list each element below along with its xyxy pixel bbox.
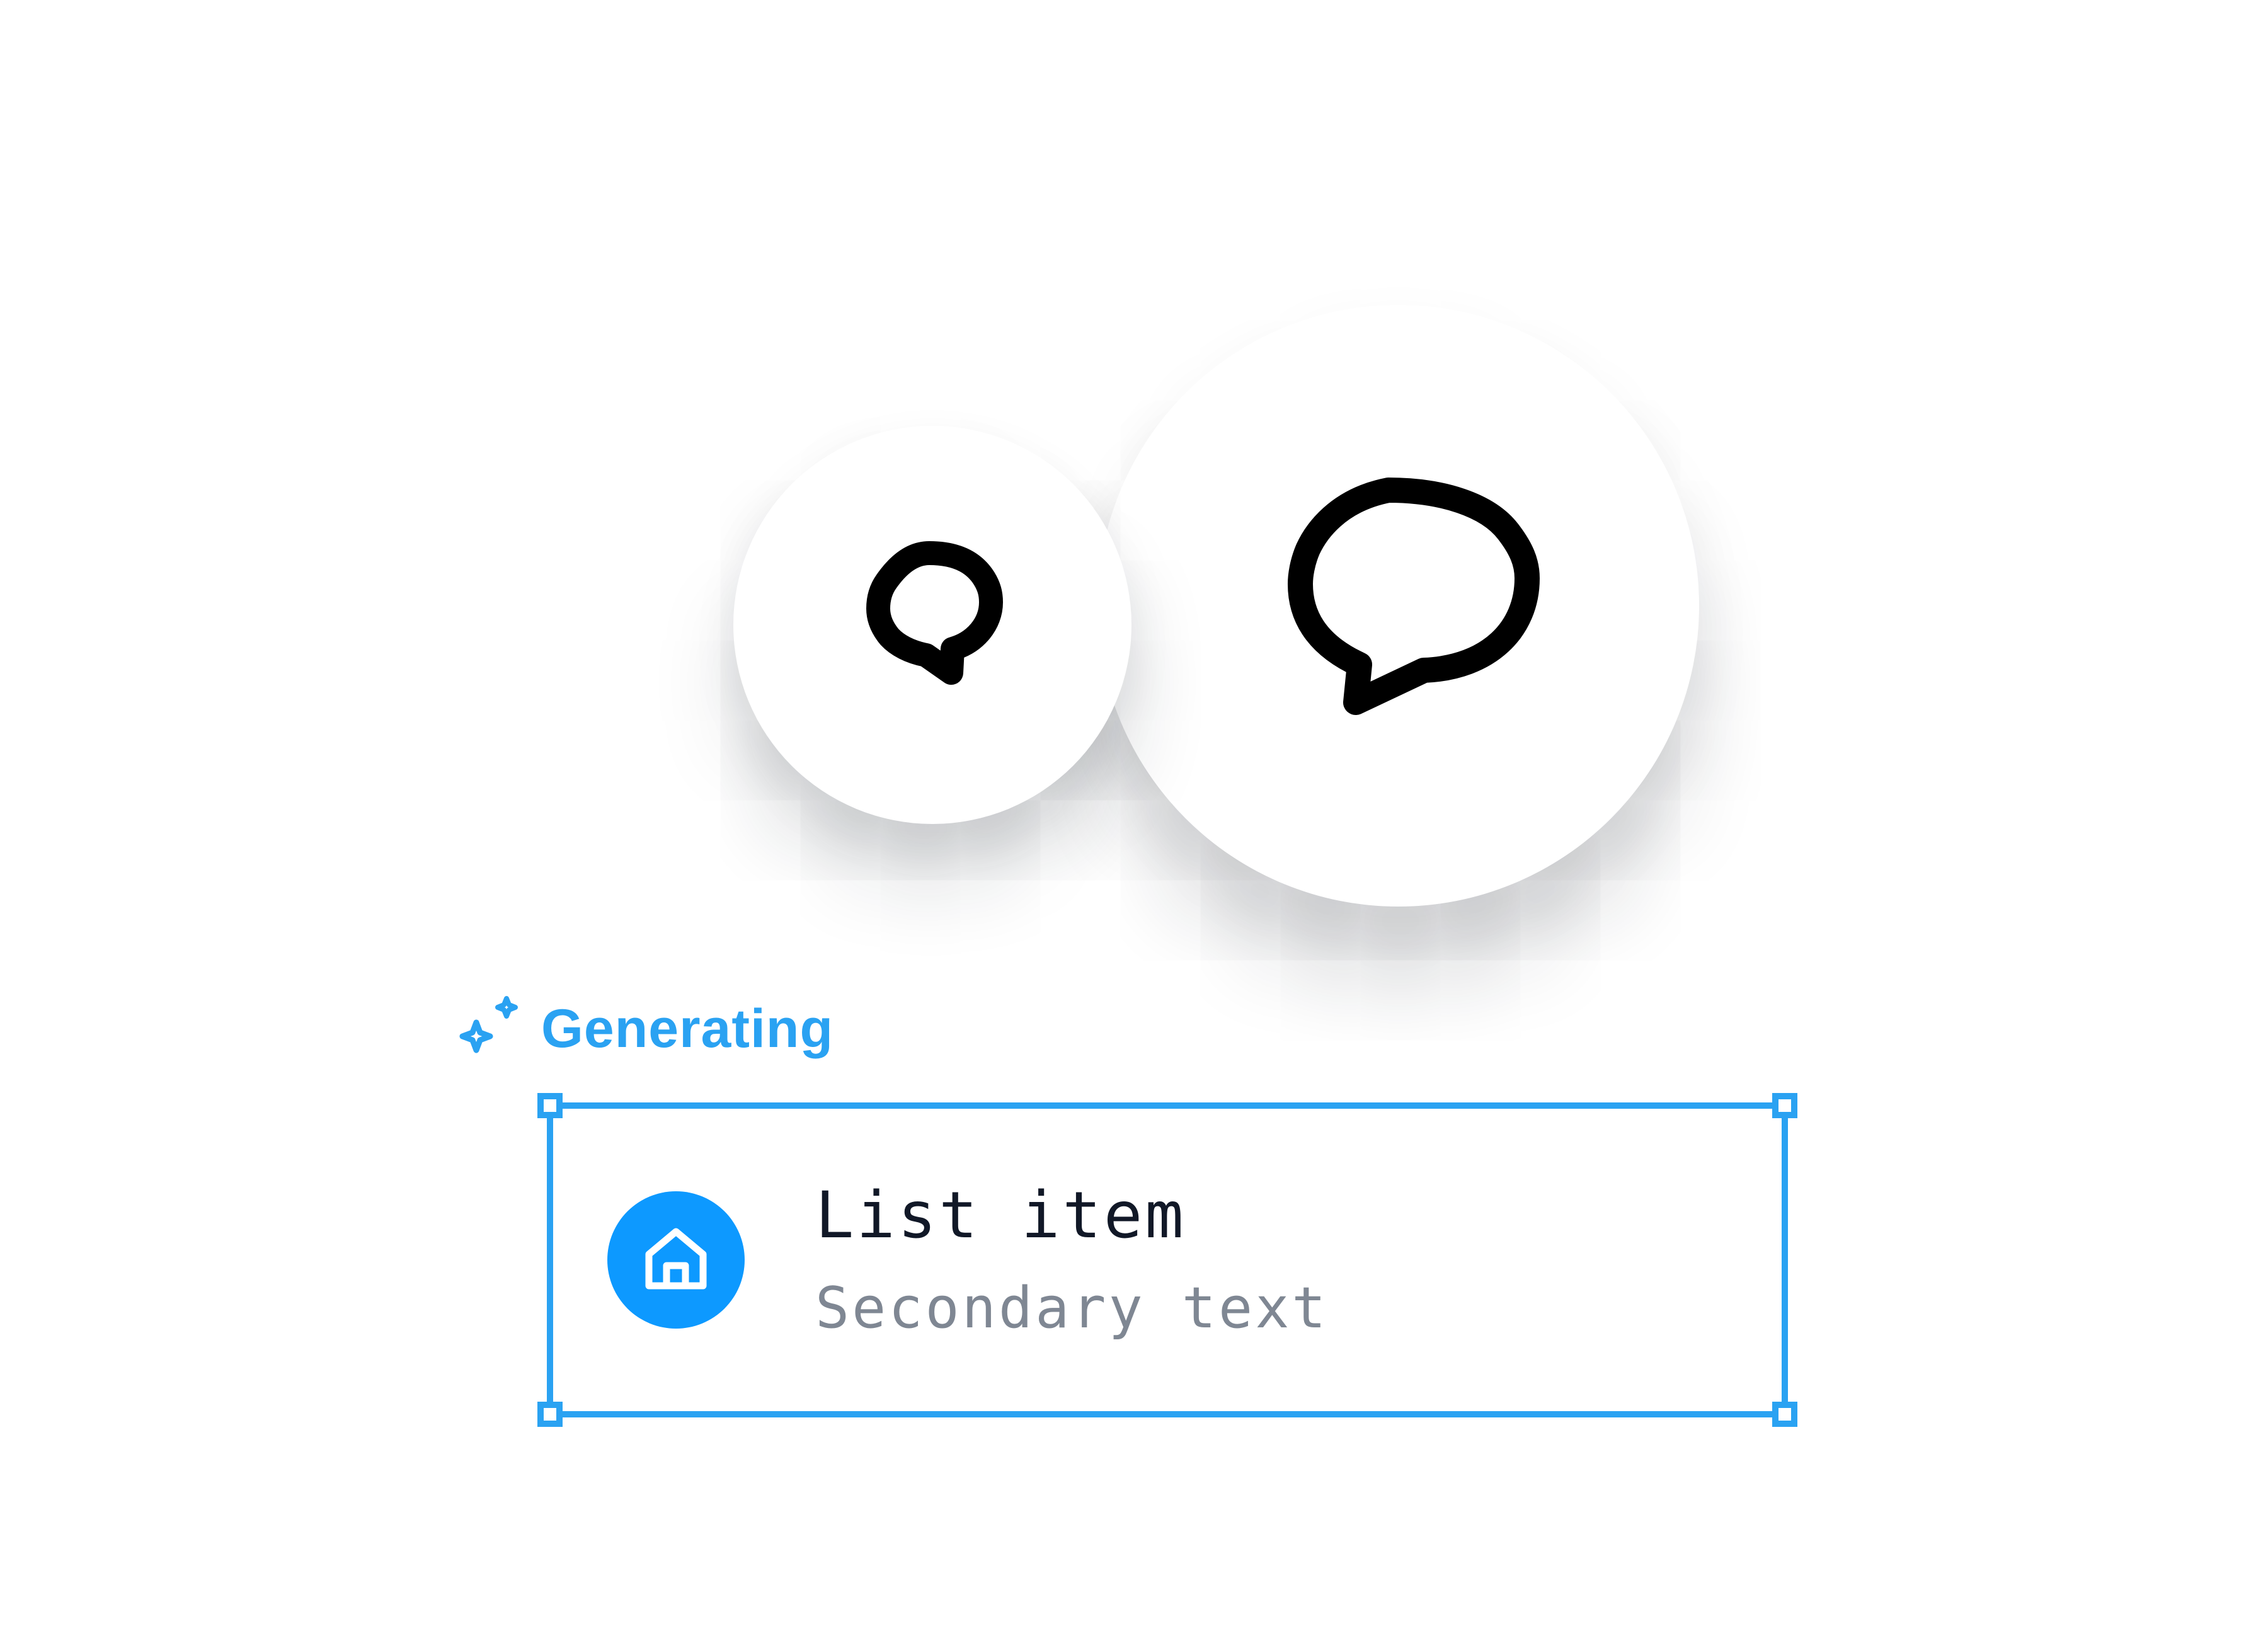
home-icon <box>645 1228 707 1290</box>
canvas: Generating List item Secondary text <box>0 0 2268 1648</box>
list-item-text: List item Secondary text <box>815 1181 1329 1339</box>
sparkles-icon <box>459 995 518 1053</box>
selection-frame[interactable]: List item Secondary text <box>537 1093 1797 1427</box>
list-item-secondary-text: Secondary text <box>815 1274 1329 1341</box>
generating-label: Generating <box>541 999 833 1059</box>
avatar <box>607 1191 745 1329</box>
chat-bubble-icon <box>866 541 1003 685</box>
list-item[interactable]: List item Secondary text <box>553 1109 1782 1411</box>
chat-bubble-icon <box>1287 477 1540 715</box>
large-chat-bubble-button[interactable] <box>1097 305 1699 907</box>
list-item-primary-text: List item <box>815 1178 1186 1254</box>
small-chat-bubble-button[interactable] <box>733 426 1131 824</box>
generating-status: Generating <box>449 988 833 1070</box>
